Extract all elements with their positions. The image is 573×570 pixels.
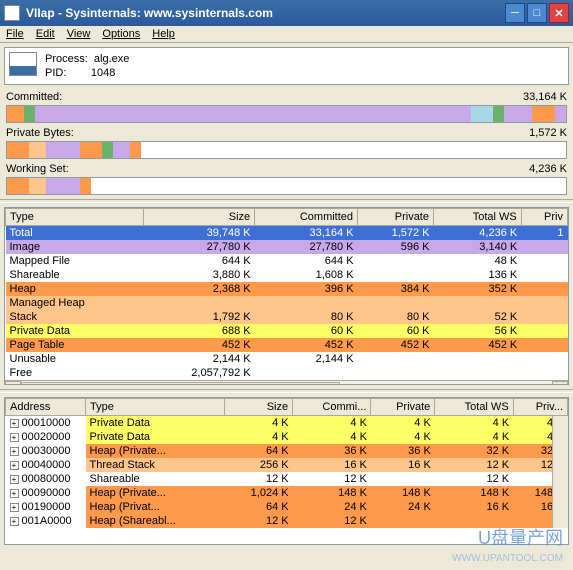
col-header[interactable]: Address xyxy=(6,399,86,416)
scroll-left-icon[interactable]: ◄ xyxy=(5,381,21,385)
process-info: Process: alg.exe PID: 1048 xyxy=(4,47,569,85)
private-value: 1,572 K xyxy=(529,127,567,139)
col-header[interactable]: Size xyxy=(225,399,293,416)
pid-value: 1048 xyxy=(91,67,115,79)
col-header[interactable]: Size xyxy=(143,209,254,226)
table-row[interactable]: Image27,780 K27,780 K596 K3,140 K xyxy=(6,240,568,254)
table-row[interactable]: Page Table452 K452 K452 K452 K xyxy=(6,338,568,352)
table-row[interactable]: Heap2,368 K396 K384 K352 K xyxy=(6,282,568,296)
expand-icon[interactable]: + xyxy=(10,419,19,428)
process-name: alg.exe xyxy=(94,53,129,65)
col-header[interactable]: Type xyxy=(6,209,144,226)
col-header[interactable]: Private xyxy=(358,209,434,226)
detail-scrollbar-v[interactable] xyxy=(552,416,568,528)
table-row[interactable]: +00030000Heap (Private...64 K36 K36 K32 … xyxy=(6,444,568,458)
close-button[interactable]: ✕ xyxy=(549,3,569,23)
table-row[interactable]: +00080000Shareable12 K12 K12 K xyxy=(6,472,568,486)
col-header[interactable]: Total WS xyxy=(434,209,522,226)
menu-options[interactable]: Options xyxy=(102,28,140,40)
table-row[interactable]: Mapped File644 K644 K48 K xyxy=(6,254,568,268)
table-row[interactable]: Private Data688 K60 K60 K56 K xyxy=(6,324,568,338)
table-row[interactable]: Total39,748 K33,164 K1,572 K4,236 K1 xyxy=(6,226,568,241)
private-label: Private Bytes: xyxy=(6,127,74,139)
working-meter xyxy=(6,177,567,195)
col-header[interactable]: Priv xyxy=(521,209,567,226)
expand-icon[interactable]: + xyxy=(10,475,19,484)
committed-value: 33,164 K xyxy=(523,91,567,103)
maximize-button[interactable]: □ xyxy=(527,3,547,23)
menu-help[interactable]: Help xyxy=(152,28,175,40)
expand-icon[interactable]: + xyxy=(10,447,19,456)
table-row[interactable]: +00090000Heap (Private...1,024 K148 K148… xyxy=(6,486,568,500)
menubar: File Edit View Options Help xyxy=(0,26,573,43)
summary-table-wrap: TypeSizeCommittedPrivateTotal WSPriv Tot… xyxy=(4,207,569,385)
table-row[interactable]: Stack1,792 K80 K80 K52 K xyxy=(6,310,568,324)
pid-label: PID: xyxy=(45,67,66,79)
summary-table[interactable]: TypeSizeCommittedPrivateTotal WSPriv Tot… xyxy=(5,208,568,380)
detail-table[interactable]: AddressTypeSizeCommi...PrivateTotal WSPr… xyxy=(5,398,568,528)
table-row[interactable]: +00040000Thread Stack256 K16 K16 K12 K12… xyxy=(6,458,568,472)
committed-label: Committed: xyxy=(6,91,62,103)
scroll-right-icon[interactable]: ► xyxy=(552,381,568,385)
detail-table-wrap: AddressTypeSizeCommi...PrivateTotal WSPr… xyxy=(4,397,569,545)
menu-view[interactable]: View xyxy=(67,28,91,40)
col-header[interactable]: Priv... xyxy=(513,399,567,416)
expand-icon[interactable]: + xyxy=(10,517,19,526)
summary-scrollbar-h[interactable]: ◄ ► xyxy=(5,380,568,385)
table-row[interactable]: Unusable2,144 K2,144 K xyxy=(6,352,568,366)
col-header[interactable]: Type xyxy=(86,399,225,416)
expand-icon[interactable]: + xyxy=(10,503,19,512)
table-row[interactable]: Shareable3,880 K1,608 K136 K xyxy=(6,268,568,282)
table-row[interactable]: +001A0000Heap (Shareabl...12 K12 K xyxy=(6,514,568,528)
col-header[interactable]: Commi... xyxy=(293,399,371,416)
table-row[interactable]: +00010000Private Data4 K4 K4 K4 K4 K xyxy=(6,416,568,431)
watermark-url: WWW.UPANTOOL.COM xyxy=(452,553,563,564)
committed-meter xyxy=(6,105,567,123)
splitter-2[interactable] xyxy=(0,389,573,393)
process-label: Process: xyxy=(45,53,88,65)
col-header[interactable]: Private xyxy=(371,399,435,416)
expand-icon[interactable]: + xyxy=(10,489,19,498)
process-icon xyxy=(9,52,37,76)
expand-icon[interactable]: + xyxy=(10,433,19,442)
col-header[interactable]: Committed xyxy=(255,209,358,226)
titlebar: VIIap - Sysinternals: www.sysinternals.c… xyxy=(0,0,573,26)
working-label: Working Set: xyxy=(6,163,69,175)
app-icon xyxy=(4,5,20,21)
col-header[interactable]: Total WS xyxy=(435,399,513,416)
splitter-1[interactable] xyxy=(0,199,573,203)
working-value: 4,236 K xyxy=(529,163,567,175)
titlebar-text: VIIap - Sysinternals: www.sysinternals.c… xyxy=(26,6,505,20)
minimize-button[interactable]: ─ xyxy=(505,3,525,23)
private-meter xyxy=(6,141,567,159)
menu-edit[interactable]: Edit xyxy=(36,28,55,40)
table-row[interactable]: +00020000Private Data4 K4 K4 K4 K4 K xyxy=(6,430,568,444)
menu-file[interactable]: File xyxy=(6,28,24,40)
table-row[interactable]: +00190000Heap (Privat...64 K24 K24 K16 K… xyxy=(6,500,568,514)
table-row[interactable]: Managed Heap xyxy=(6,296,568,310)
table-row[interactable]: Free2,057,792 K xyxy=(6,366,568,380)
expand-icon[interactable]: + xyxy=(10,461,19,470)
